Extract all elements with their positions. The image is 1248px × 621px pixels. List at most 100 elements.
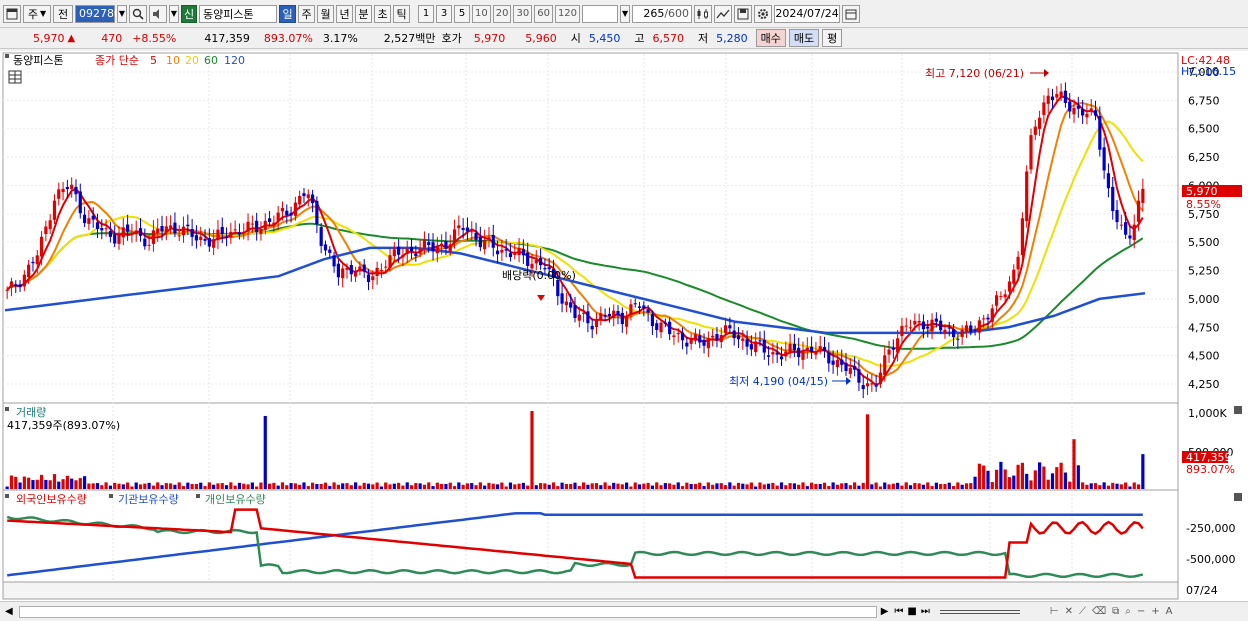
candle-body [676,333,680,335]
interval-1[interactable]: 1 [418,4,434,23]
speaker-dropdown[interactable]: ▼ [169,4,179,23]
volume-bar [483,485,487,489]
candle-style-button[interactable] [694,4,713,23]
volume-bar [620,484,624,489]
market-type-select[interactable]: 주 ▼ [23,4,51,23]
volume-bar [904,482,908,489]
buy-button[interactable]: 매수 [755,29,786,47]
stock-code-input[interactable]: 092780 [75,4,121,23]
candle-body [887,349,891,355]
save-button[interactable] [734,4,753,23]
candle-body [939,320,943,331]
legend-bullet-icon [5,54,9,58]
volume-bar [1059,462,1063,489]
candle-body [1102,147,1106,171]
volume-bar [117,483,121,489]
interval-30[interactable]: 30 [513,4,533,23]
plus-icon[interactable]: + [1151,606,1159,617]
candle-body [1093,110,1098,116]
up-arrow-icon: ▲ [67,32,76,44]
volume-bar [113,482,117,489]
first-page-icon[interactable]: ⏮ [894,606,903,617]
scroll-right-icon[interactable]: ▶ [881,606,889,617]
stock-chart[interactable]: 7,0006,7506,5006,2506,0005,7505,5005,250… [0,51,1248,601]
candle-body [78,191,82,214]
custom-interval-input[interactable] [582,4,619,23]
interval-60[interactable]: 60 [534,4,553,23]
volume-bar [689,484,693,489]
volume-bar [921,484,926,489]
last-page-icon[interactable]: ⏭ [921,606,930,617]
panel-close-icon[interactable] [1234,406,1242,414]
volume-bar [358,485,362,489]
period-minute[interactable]: 분 [355,4,372,23]
zoom-icon[interactable]: ⌕ [1125,606,1131,617]
chart-area[interactable]: 7,0006,7506,5006,2506,0005,7505,5005,250… [0,51,1248,601]
candle-body [650,314,655,327]
period-minute-label: 분 [358,7,369,21]
period-day[interactable]: 일 [279,4,296,23]
speaker-button[interactable] [149,4,167,23]
candle-body [44,226,48,235]
candle-body [27,264,31,278]
candle-body [470,231,474,233]
candle-body [164,226,168,233]
stock-code-dropdown[interactable]: ▼ [117,4,127,23]
volume-bar [362,482,366,489]
candle-body [397,246,401,255]
volume-bar [1025,473,1029,489]
window-icon[interactable] [3,4,21,23]
stop-icon[interactable]: ■ [907,606,916,617]
period-week[interactable]: 주 [298,4,315,23]
volume-bar [883,482,887,489]
period-second[interactable]: 초 [374,4,391,23]
calendar-button[interactable] [842,4,861,23]
date-field[interactable]: 2024/07/24 [774,4,841,23]
y-tick-label: 5,000 [1188,293,1220,306]
volume-bar [629,486,633,489]
candle-body [422,240,427,249]
scroll-track[interactable] [18,605,877,618]
interval-5[interactable]: 5 [454,4,470,23]
period-tick[interactable]: 틱 [393,4,410,23]
erase-icon[interactable]: ⌫ [1092,606,1106,617]
scrollbar[interactable]: ◀ ▶ ⏮ ■ ⏭ ⊢ ✕ ⟋ ⌫ ⧉ ⌕ − + A [0,601,1248,621]
volume-bar [564,484,568,489]
interval-20[interactable]: 20 [492,4,512,23]
candle-body [121,227,125,238]
prev-button[interactable]: 전 [53,4,73,23]
count-field[interactable]: 265/600 [632,4,693,23]
zoom-slider[interactable] [939,609,1020,614]
cross-icon[interactable]: ✕ [1065,606,1073,617]
candle-body [526,252,530,266]
avg-button[interactable]: 평 [822,29,843,47]
draw-icon[interactable]: ⟋ [1079,606,1086,617]
ruler-icon[interactable]: ⊢ [1050,606,1059,617]
minus-icon[interactable]: − [1137,606,1145,617]
volume-bar [87,483,91,489]
copy-icon[interactable]: ⧉ [1112,606,1119,617]
shin-button[interactable]: 신 [181,4,197,23]
period-year[interactable]: 년 [336,4,353,23]
font-icon[interactable]: A [1166,606,1173,617]
sell-button[interactable]: 매도 [788,29,820,47]
search-button[interactable] [129,4,147,23]
interval-10[interactable]: 10 [472,4,491,23]
panel-close-icon[interactable] [1234,493,1242,501]
stock-name-field[interactable]: 동양피스톤 [199,4,277,23]
candle-body [1124,222,1128,235]
custom-interval-dropdown[interactable]: ▼ [620,4,631,23]
volume-bar [306,486,310,489]
settings-button[interactable] [754,4,773,23]
candle-body [594,319,599,328]
volume-bar [272,482,276,489]
scroll-left-icon[interactable]: ◀ [5,606,13,617]
candle-body [883,355,887,376]
candle-body [801,351,805,360]
volume-bar [474,485,478,489]
interval-3[interactable]: 3 [436,4,452,23]
draw-tool-button[interactable] [714,4,733,23]
period-month[interactable]: 월 [317,4,334,23]
market-type-label: 주 [27,7,38,21]
interval-120[interactable]: 120 [554,4,581,23]
